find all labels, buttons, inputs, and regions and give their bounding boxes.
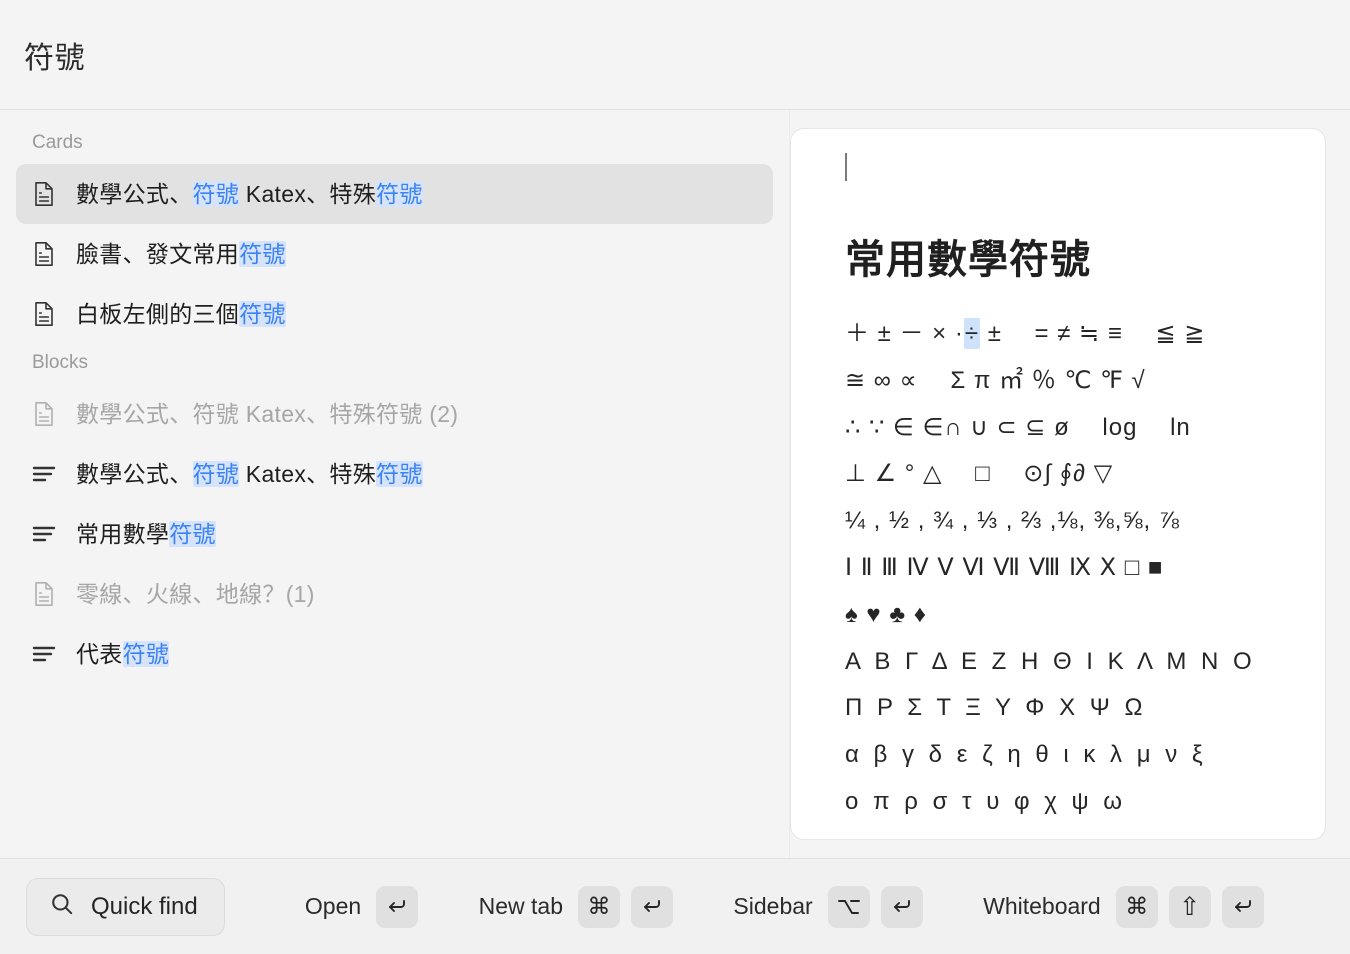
symbol-text: ± = ≠ ≒ ≡ ≦ ≧ xyxy=(980,320,1205,347)
title-text: 臉書、發文常用 xyxy=(76,241,239,267)
result-row[interactable]: 常用數學符號 xyxy=(16,504,773,564)
title-text: 數學公式、 xyxy=(76,181,193,207)
document-icon xyxy=(32,241,56,267)
match-highlight: 符號 xyxy=(169,521,216,547)
selected-symbol[interactable]: ÷ xyxy=(964,318,980,349)
result-title: 白板左側的三個符號 xyxy=(76,300,286,329)
option-key-icon[interactable] xyxy=(828,886,870,928)
title-text: Katex、特殊 xyxy=(239,181,376,207)
shortcut-label: Open xyxy=(305,893,361,920)
symbol-text: Α Β Γ Δ Ε Ζ Η Θ Ι Κ Λ Μ Ν Ο xyxy=(845,648,1256,675)
symbol-row: α β γ δ ε ζ η θ ι κ λ μ ν ξ xyxy=(845,732,1281,779)
result-title: 零線、火線、地線？(1) xyxy=(76,580,315,609)
result-group-header: 數學公式、符號 Katex、特殊符號 (2) xyxy=(16,384,773,444)
result-title: 數學公式、符號 Katex、特殊符號 xyxy=(76,180,423,209)
result-row[interactable]: 代表符號 xyxy=(16,624,773,684)
quick-find-label: Quick find xyxy=(91,893,198,921)
document-icon xyxy=(32,581,56,607)
text-lines-icon xyxy=(32,641,56,667)
command-key-icon[interactable]: ⌘ xyxy=(1116,886,1158,928)
title-text: 數學公式、 xyxy=(76,461,193,487)
match-highlight: 符號 xyxy=(239,241,286,267)
return-key-icon[interactable] xyxy=(1222,886,1264,928)
result-row[interactable]: 白板左側的三個符號 xyxy=(16,284,773,344)
text-lines-icon xyxy=(32,461,56,487)
symbol-text: ¼ , ½ , ¾ , ⅓ , ⅔ ,⅛, ⅜,⅝, ⅞ xyxy=(845,507,1180,534)
symbol-text: ο π ρ σ τ υ φ χ ψ ω xyxy=(845,788,1126,815)
preview-card[interactable]: 常用數學符號 ＋ ± － × ·÷ ± = ≠ ≒ ≡ ≦ ≧ ≅ ∞ ∝ Σ π… xyxy=(790,128,1326,840)
match-highlight: 符號 xyxy=(123,641,170,667)
result-row[interactable]: 數學公式、符號 Katex、特殊符號 xyxy=(16,444,773,504)
document-icon xyxy=(32,181,56,207)
section-label: Blocks xyxy=(16,344,773,384)
symbol-row: ♠ ♥ ♣ ♦ xyxy=(845,592,1281,639)
symbol-row: ∴ ∵ ∈ ∈∩ ∪ ⊂ ⊆ ø log ln xyxy=(845,405,1281,452)
shortcut-label: Sidebar xyxy=(733,893,812,920)
symbol-row: ⊥ ∠ ° △ □ ⊙∫ ∮∂ ▽ xyxy=(845,451,1281,498)
symbol-row: ≅ ∞ ∝ Σ π ㎡ ％ ℃ ℉ √ xyxy=(845,358,1281,405)
match-highlight: 符號 xyxy=(193,181,240,207)
return-key-icon[interactable] xyxy=(631,886,673,928)
symbol-text: Ⅰ Ⅱ Ⅲ Ⅳ Ⅴ Ⅵ Ⅶ Ⅷ Ⅸ Ⅹ □ ■ xyxy=(845,554,1163,581)
symbol-text: α β γ δ ε ζ η θ ι κ λ μ ν ξ xyxy=(845,741,1207,768)
result-group-header: 零線、火線、地線？(1) xyxy=(16,564,773,624)
symbol-text: ∴ ∵ ∈ ∈∩ ∪ ⊂ ⊆ ø log ln xyxy=(845,414,1191,441)
shortcut-whiteboard[interactable]: Whiteboard ⌘ ⇧ xyxy=(983,886,1264,928)
return-key-icon[interactable] xyxy=(881,886,923,928)
symbol-text: ≅ ∞ ∝ Σ π ㎡ ％ ℃ ℉ √ xyxy=(845,367,1146,394)
symbol-text: ＋ ± － × · xyxy=(845,320,964,347)
result-title: 數學公式、符號 Katex、特殊符號 xyxy=(76,460,423,489)
result-row[interactable]: 臉書、發文常用符號 xyxy=(16,224,773,284)
symbol-row: Ⅰ Ⅱ Ⅲ Ⅳ Ⅴ Ⅵ Ⅶ Ⅷ Ⅸ Ⅹ □ ■ xyxy=(845,545,1281,592)
search-query-text[interactable]: 符號 xyxy=(24,33,85,77)
title-text: 零線、火線、地線？(1) xyxy=(76,581,315,607)
preview-panel: 常用數學符號 ＋ ± － × ·÷ ± = ≠ ≒ ≡ ≦ ≧ ≅ ∞ ∝ Σ π… xyxy=(790,110,1350,858)
symbol-row: Α Β Γ Δ Ε Ζ Η Θ Ι Κ Λ Μ Ν Ο xyxy=(845,639,1281,686)
title-text: 數學公式、符號 Katex、特殊符號 (2) xyxy=(76,401,458,427)
search-results-list: Cards數學公式、符號 Katex、特殊符號臉書、發文常用符號白板左側的三個符… xyxy=(0,110,790,858)
preview-symbol-rows: ＋ ± － × ·÷ ± = ≠ ≒ ≡ ≦ ≧ ≅ ∞ ∝ Σ π ㎡ ％ ℃ … xyxy=(835,311,1281,826)
result-title: 數學公式、符號 Katex、特殊符號 (2) xyxy=(76,400,458,429)
command-key-icon[interactable]: ⌘ xyxy=(578,886,620,928)
title-text: 白板左側的三個 xyxy=(76,301,239,327)
shortcut-label: New tab xyxy=(479,893,563,920)
text-lines-icon xyxy=(32,521,56,547)
search-icon xyxy=(49,891,75,922)
document-icon xyxy=(32,301,56,327)
result-title: 常用數學符號 xyxy=(76,520,216,549)
shortcut-bar: Quick find Open New tab ⌘ Sidebar Whiteboard… xyxy=(0,858,1350,954)
shortcut-sidebar[interactable]: Sidebar xyxy=(733,886,922,928)
shortcut-label: Whiteboard xyxy=(983,893,1101,920)
return-key-icon[interactable] xyxy=(376,886,418,928)
overlay-body: Cards數學公式、符號 Katex、特殊符號臉書、發文常用符號白板左側的三個符… xyxy=(0,110,1350,858)
document-icon xyxy=(32,401,56,427)
result-title: 代表符號 xyxy=(76,640,169,669)
symbol-row: Π Ρ Σ Τ Ξ Υ Φ Χ Ψ Ω xyxy=(845,685,1281,732)
title-text: Katex、特殊 xyxy=(239,461,376,487)
match-highlight: 符號 xyxy=(239,301,286,327)
preview-title: 常用數學符號 xyxy=(845,227,1281,285)
shortcut-new-tab[interactable]: New tab ⌘ xyxy=(479,886,673,928)
shortcut-open[interactable]: Open xyxy=(305,886,418,928)
symbol-text: ♠ ♥ ♣ ♦ xyxy=(845,601,927,628)
shortcut-hints: Open New tab ⌘ Sidebar Whiteboard ⌘ ⇧ xyxy=(225,886,1324,928)
symbol-text: Π Ρ Σ Τ Ξ Υ Φ Χ Ψ Ω xyxy=(845,694,1146,721)
text-caret xyxy=(845,153,847,181)
match-highlight: 符號 xyxy=(376,461,423,487)
search-header: 符號 xyxy=(0,0,1350,110)
result-row[interactable]: 數學公式、符號 Katex、特殊符號 xyxy=(16,164,773,224)
symbol-row: ＋ ± － × ·÷ ± = ≠ ≒ ≡ ≦ ≧ xyxy=(845,311,1281,358)
match-highlight: 符號 xyxy=(376,181,423,207)
title-text: 常用數學 xyxy=(76,521,169,547)
result-title: 臉書、發文常用符號 xyxy=(76,240,286,269)
title-text: 代表 xyxy=(76,641,123,667)
section-label: Cards xyxy=(16,124,773,164)
quick-find-overlay: 符號 Cards數學公式、符號 Katex、特殊符號臉書、發文常用符號白板左側的… xyxy=(0,0,1350,954)
shift-key-icon[interactable]: ⇧ xyxy=(1169,886,1211,928)
quick-find-button[interactable]: Quick find xyxy=(26,878,225,936)
symbol-text: ⊥ ∠ ° △ □ ⊙∫ ∮∂ ▽ xyxy=(845,460,1113,487)
match-highlight: 符號 xyxy=(193,461,240,487)
symbol-row: ο π ρ σ τ υ φ χ ψ ω xyxy=(845,779,1281,826)
symbol-row: ¼ , ½ , ¾ , ⅓ , ⅔ ,⅛, ⅜,⅝, ⅞ xyxy=(845,498,1281,545)
